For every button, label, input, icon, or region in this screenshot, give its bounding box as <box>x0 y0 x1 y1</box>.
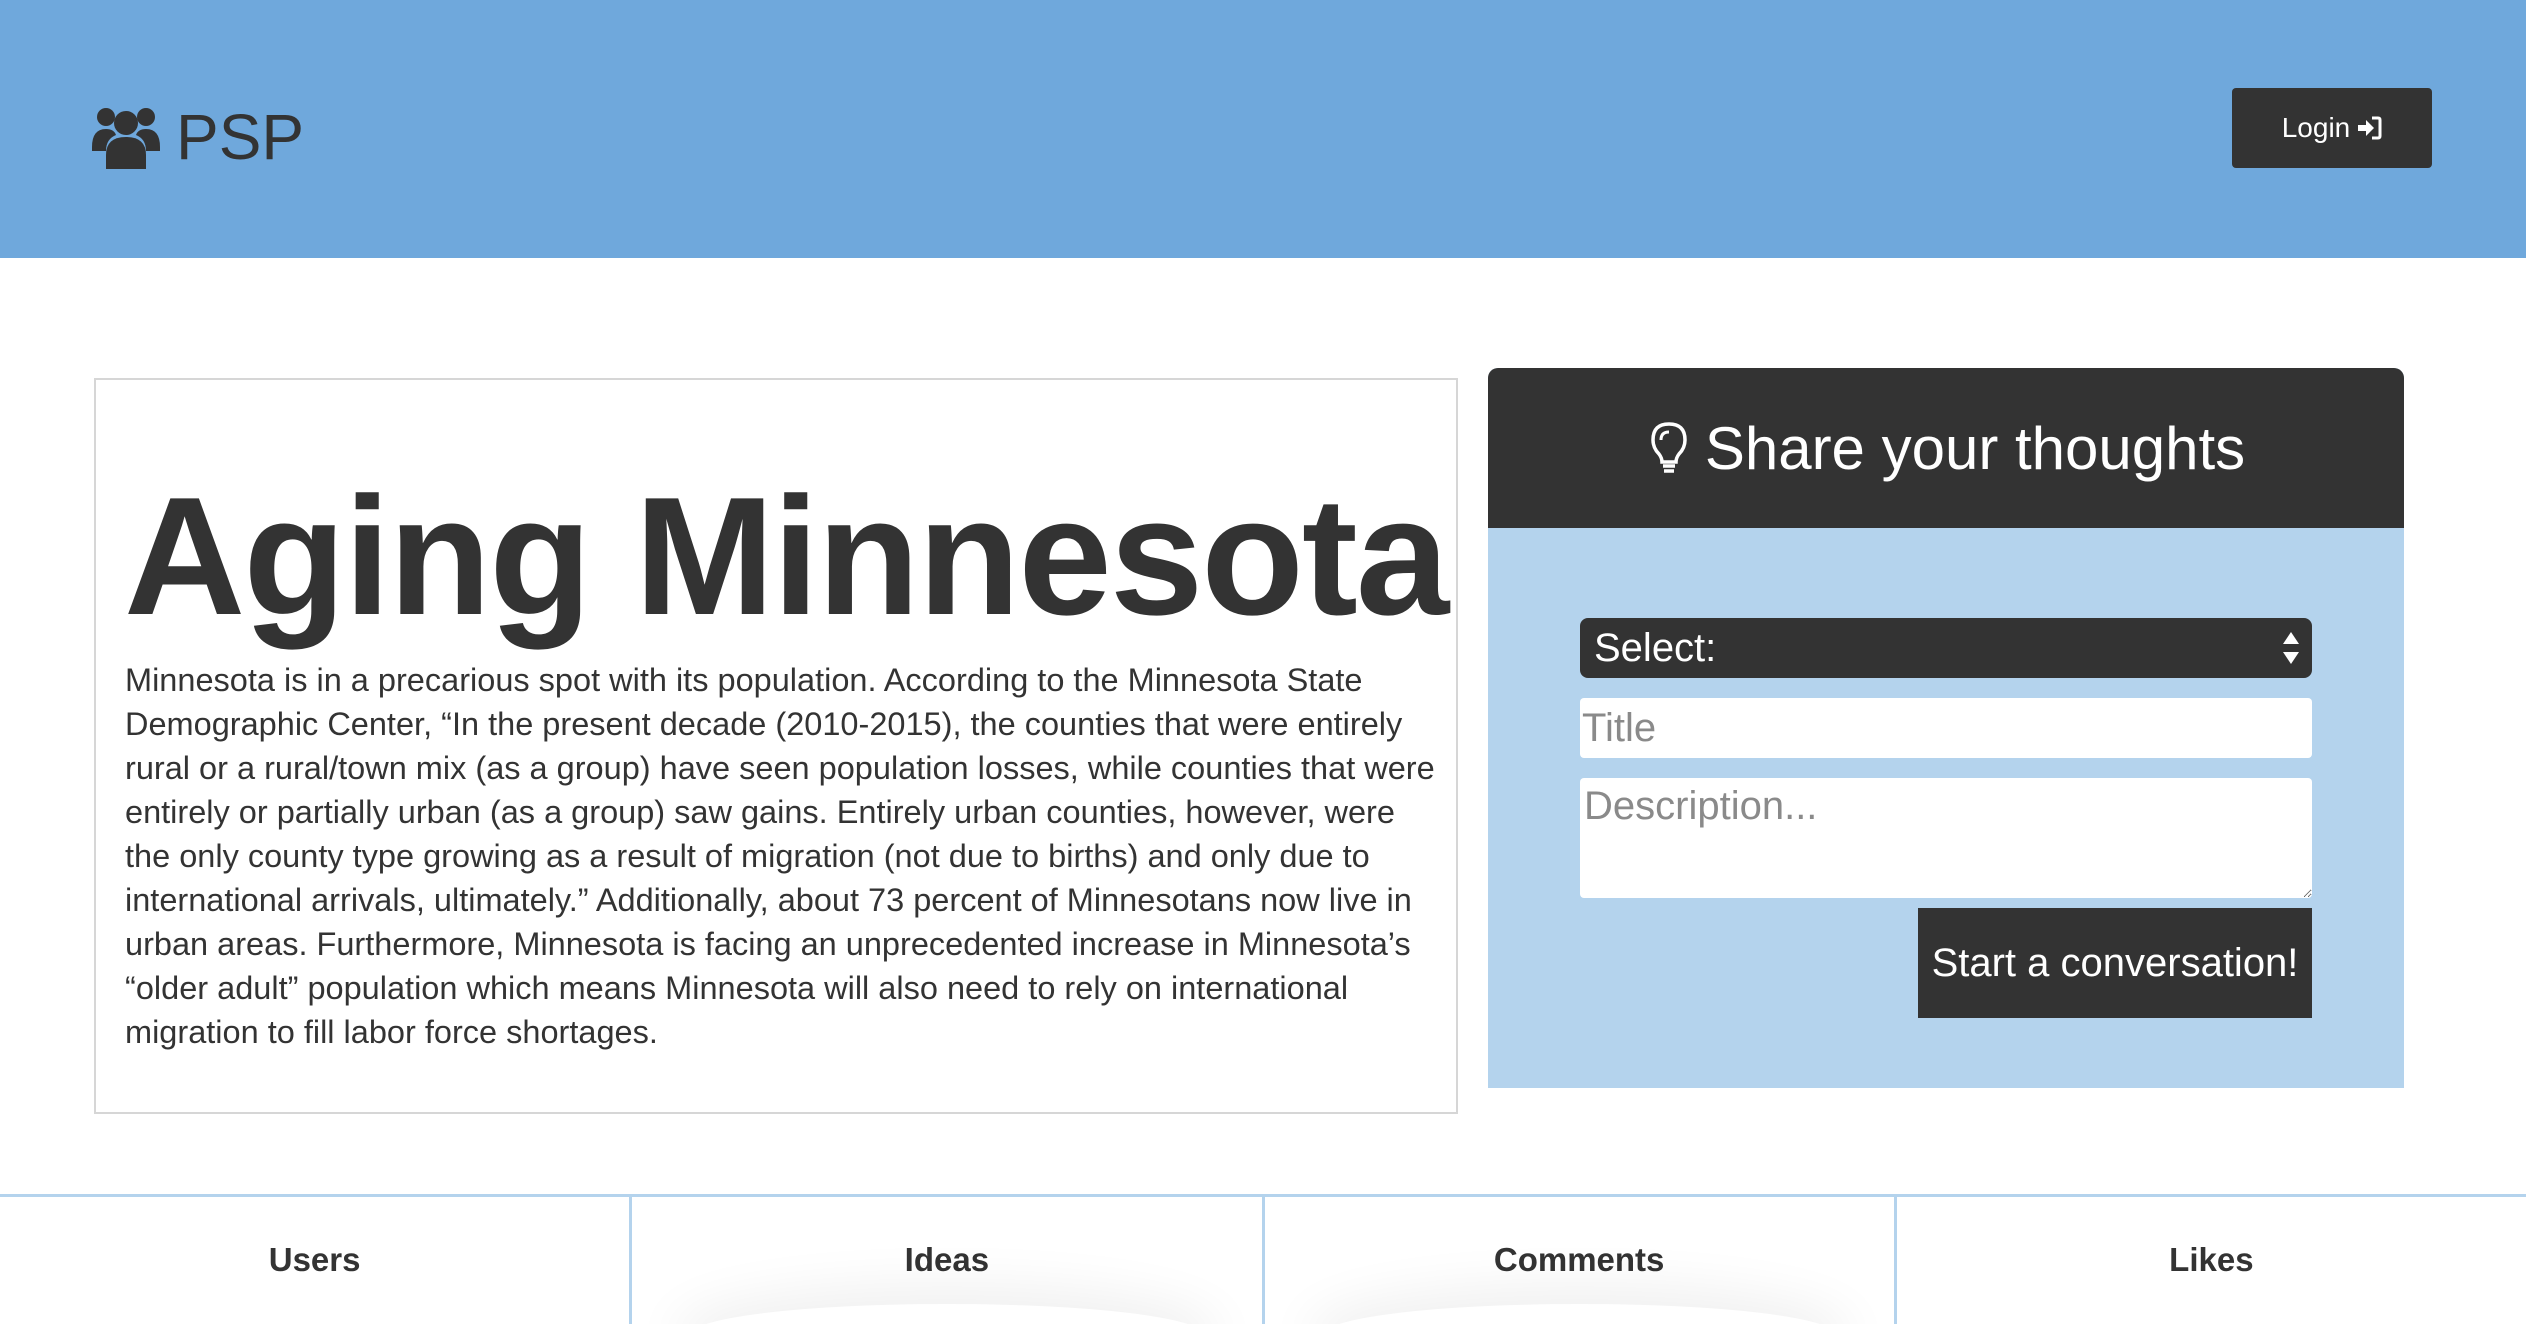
stat-label: Ideas <box>904 1241 990 1278</box>
brand-name: PSP <box>176 101 305 173</box>
description-textarea[interactable] <box>1580 778 2312 898</box>
stats-bar: Users Ideas Comments Likes <box>0 1194 2526 1324</box>
select-arrows-icon <box>2280 626 2302 670</box>
brand-logo[interactable]: PSP <box>92 100 304 174</box>
start-conversation-button[interactable]: Start a conversation! <box>1918 908 2312 1018</box>
share-thoughts-panel: Share your thoughts Select: Start a conv… <box>1488 368 2404 1088</box>
article-body: Minnesota is in a precarious spot with i… <box>125 662 1435 1050</box>
sign-in-icon <box>2356 115 2382 141</box>
login-label: Login <box>2281 112 2351 143</box>
article-title: Aging Minnesota <box>124 462 1449 650</box>
article-card: Aging Minnesota Minnesota is in a precar… <box>94 378 1458 1114</box>
lightbulb-icon <box>1647 420 1691 476</box>
stat-label: Comments <box>1493 1241 1665 1278</box>
stat-comments: Comments <box>1265 1197 1897 1324</box>
stat-users: Users <box>0 1197 633 1324</box>
stat-card-shadow <box>1325 1304 1834 1324</box>
login-button[interactable]: Login <box>2232 88 2432 168</box>
title-input[interactable] <box>1580 698 2312 758</box>
stat-card-shadow <box>692 1304 1201 1324</box>
users-icon <box>92 105 160 169</box>
share-panel-header: Share your thoughts <box>1488 368 2404 528</box>
stat-label: Users <box>268 1241 361 1278</box>
stat-likes: Likes <box>1897 1197 2526 1324</box>
top-navbar: PSP Login <box>0 0 2526 258</box>
stat-label: Likes <box>2169 1241 2254 1278</box>
topic-select[interactable]: Select: <box>1580 618 2312 678</box>
share-panel-title: Share your thoughts <box>1704 414 2246 482</box>
topic-select-value: Select: <box>1594 625 1717 670</box>
stat-ideas: Ideas <box>632 1197 1265 1324</box>
